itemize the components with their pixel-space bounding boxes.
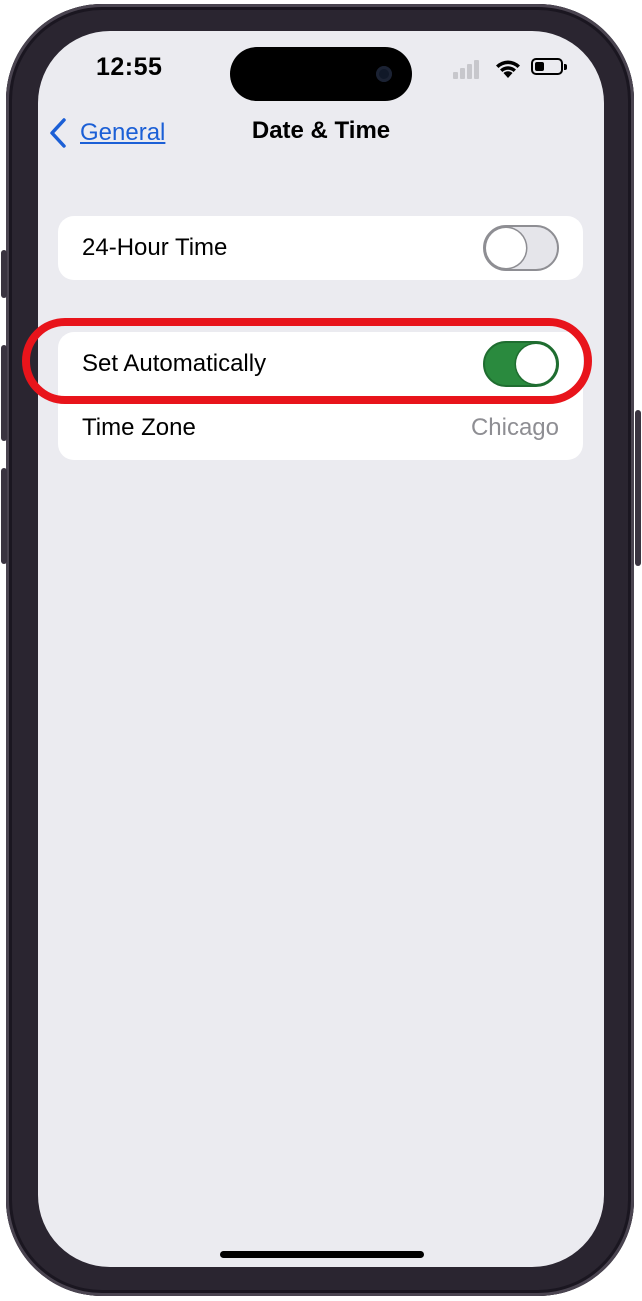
status-time: 12:55 [96,53,163,81]
auto-time-group: Set Automatically Time Zone Chicago [58,332,583,460]
volume-down-button [1,468,7,564]
home-indicator[interactable] [220,1251,424,1258]
page-title: Date & Time [251,117,391,144]
row-time-zone[interactable]: Time Zone Chicago [58,396,583,460]
power-button [635,410,641,566]
time-zone-label: Time Zone [82,414,196,441]
set-automatically-toggle[interactable] [483,341,559,387]
dynamic-island [230,47,412,101]
action-button [1,250,7,298]
row-set-automatically: Set Automatically [58,332,583,396]
set-automatically-label: Set Automatically [82,350,267,377]
time-zone-value: Chicago [470,414,559,441]
wifi-icon [496,60,520,78]
toggle-knob [516,344,556,384]
row-24-hour-time: 24-Hour Time [58,216,583,280]
battery-icon [531,58,567,75]
24-hour-time-label: 24-Hour Time [82,234,228,261]
24-hour-time-toggle[interactable] [483,225,559,271]
volume-up-button [1,345,7,441]
signal-bars-icon [453,59,481,79]
front-camera [376,66,392,82]
time-format-group: 24-Hour Time [58,216,583,280]
screen: 12:55 General Date & Time 24-Hour Time S… [38,31,604,1267]
toggle-knob [486,228,526,268]
